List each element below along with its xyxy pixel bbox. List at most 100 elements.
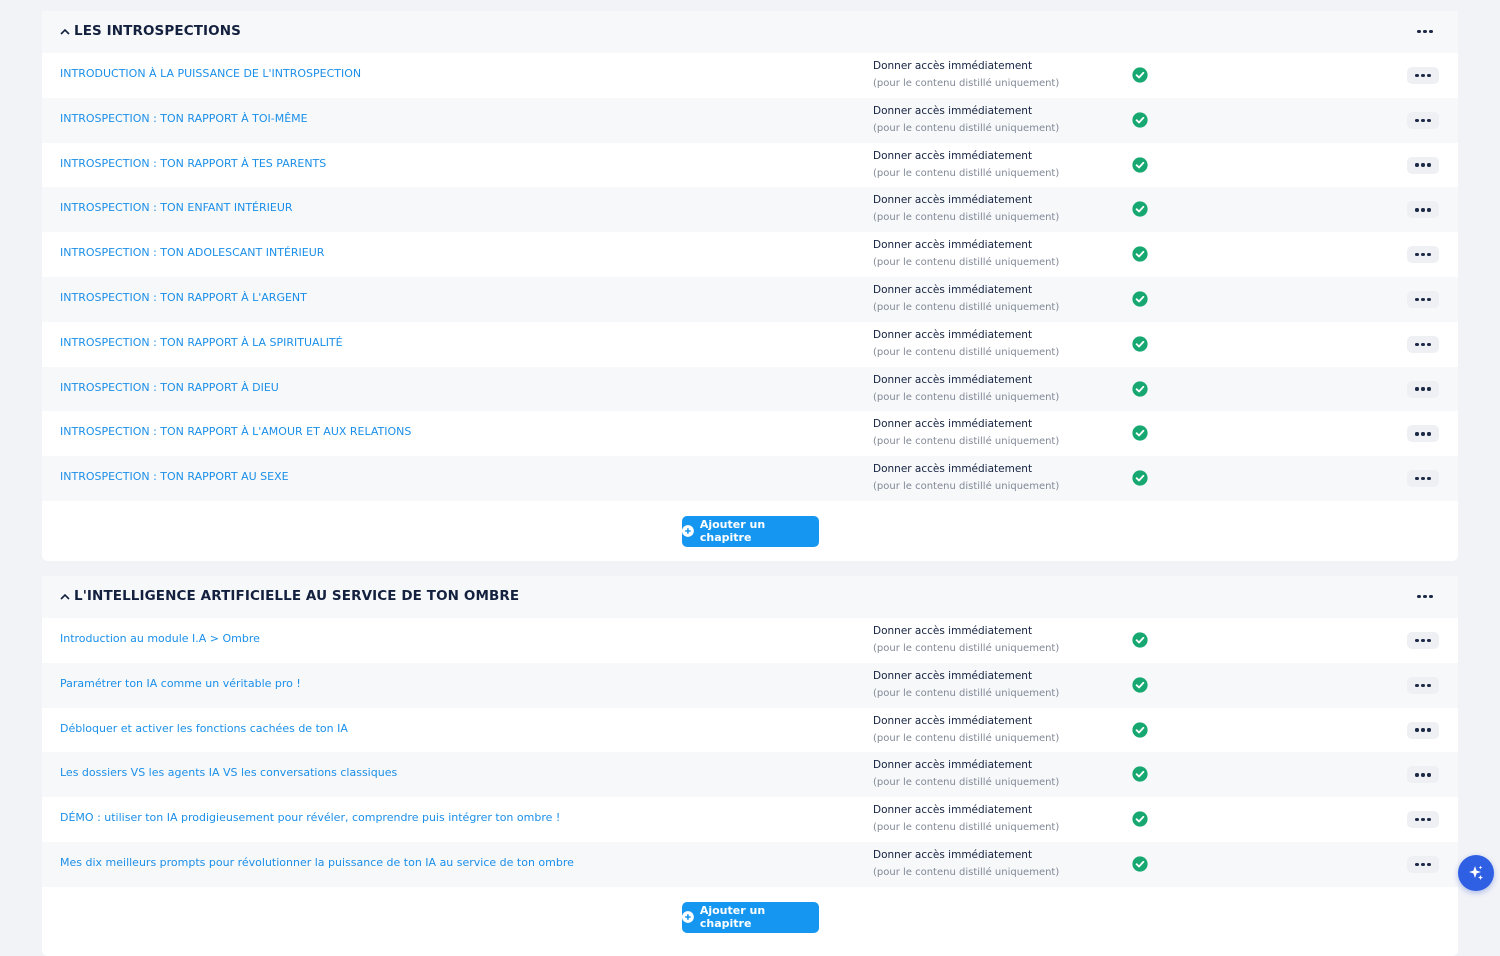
chapter-title-link[interactable]: INTROSPECTION : TON RAPPORT À DIEU — [60, 381, 279, 394]
access-note: (pour le contenu distillé uniquement) — [873, 687, 1060, 699]
access-note: (pour le contenu distillé uniquement) — [873, 78, 1060, 89]
chevron-up-icon[interactable] — [58, 24, 72, 38]
access-label: Donner accès immédiatement — [873, 60, 1033, 72]
access-setting: Donner accès immédiatement (pour le conte… — [873, 327, 1059, 361]
access-setting: Donner accès immédiatement (pour le conte… — [873, 461, 1059, 495]
chapter-more-button[interactable] — [1407, 290, 1439, 308]
chapter-more-button[interactable] — [1407, 156, 1439, 174]
chapter-list: INTRODUCTION À LA PUISSANCE DE L'INTROSP… — [42, 53, 1458, 501]
chapter-title-link[interactable]: INTROSPECTION : TON RAPPORT À TOI-MÊME — [60, 112, 308, 125]
chapter-title-link[interactable]: Paramétrer ton IA comme un véritable pro… — [60, 677, 301, 690]
add-chapter-area: Ajouter un chapitre — [42, 887, 1458, 949]
chapter-title-link[interactable]: INTROSPECTION : TON ENFANT INTÉRIEUR — [60, 201, 293, 214]
dot-icon — [1421, 252, 1425, 257]
chapter-row: DÉMO : utiliser ton IA prodigieusement p… — [42, 797, 1458, 842]
chapter-more-button[interactable] — [1407, 380, 1439, 398]
chapter-more-button[interactable] — [1407, 111, 1439, 129]
chapter-more-button[interactable] — [1407, 855, 1439, 873]
dot-icon — [1415, 476, 1419, 481]
chapter-title-link[interactable]: Introduction au module I.A > Ombre — [60, 632, 260, 645]
access-label: Donner accès immédiatement — [873, 625, 1033, 637]
chapter-more-button[interactable] — [1407, 470, 1439, 488]
add-chapter-area: Ajouter un chapitre — [42, 501, 1458, 563]
dot-icon — [1423, 29, 1427, 34]
chapter-title-link[interactable]: INTROSPECTION : TON RAPPORT À LA SPIRITU… — [60, 336, 343, 349]
dot-icon — [1415, 638, 1419, 643]
chapter-title-link[interactable]: INTROSPECTION : TON RAPPORT À TES PARENT… — [60, 157, 326, 170]
add-chapter-label: Ajouter un chapitre — [699, 904, 766, 931]
access-note: (pour le contenu distillé uniquement) — [873, 481, 1060, 493]
dot-icon — [1415, 387, 1419, 391]
chapter-more-button[interactable] — [1407, 67, 1439, 84]
dot-icon — [1415, 773, 1419, 777]
chapter-row: Les dossiers VS les agents IA VS les con… — [42, 752, 1458, 798]
section-les-introspections: LES INTROSPECTIONS INTRODUCTION À LA PUI… — [42, 11, 1458, 561]
access-setting: Donner accès immédiatement (pour le conte… — [873, 58, 1059, 92]
ai-assistant-button[interactable] — [1458, 855, 1494, 891]
access-note: (pour le contenu distillé uniquement) — [873, 866, 1060, 878]
chapter-title-link[interactable]: INTROSPECTION : TON ADOLESCANT INTÉRIEUR — [60, 246, 324, 259]
chapter-row: Introduction au module I.A > Ombre Donner… — [42, 618, 1458, 663]
plus-circle-icon — [682, 525, 694, 538]
access-note: (pour le contenu distillé uniquement) — [873, 777, 1060, 789]
access-label: Donner accès immédiatement — [873, 848, 1033, 861]
chapter-more-button[interactable] — [1407, 335, 1439, 353]
dot-icon — [1421, 387, 1425, 391]
chapter-more-button[interactable] — [1407, 201, 1439, 219]
section-more-button[interactable] — [1409, 23, 1441, 40]
chapter-more-button[interactable] — [1407, 811, 1439, 829]
chapter-more-button[interactable] — [1407, 766, 1439, 784]
access-label: Donner accès immédiatement — [873, 283, 1033, 296]
dot-icon — [1415, 208, 1419, 212]
check-circle-icon — [1132, 856, 1148, 872]
chevron-up-icon[interactable] — [58, 589, 72, 603]
access-note: (pour le contenu distillé uniquement) — [873, 732, 1060, 744]
chapter-title-link[interactable]: INTRODUCTION À LA PUISSANCE DE L'INTROSP… — [60, 67, 361, 80]
dot-icon — [1427, 817, 1431, 822]
access-label: Donner accès immédiatement — [873, 669, 1033, 682]
chapter-row: Débloquer et activer les fonctions caché… — [42, 707, 1458, 753]
dot-icon — [1427, 432, 1431, 436]
check-circle-icon — [1132, 721, 1148, 738]
add-chapter-button[interactable]: Ajouter un chapitre — [682, 515, 819, 547]
chapter-more-button[interactable] — [1407, 721, 1439, 739]
access-setting: Donner accès immédiatement (pour le conte… — [873, 372, 1059, 406]
chapter-title-link[interactable]: INTROSPECTION : TON RAPPORT AU SEXE — [60, 470, 289, 483]
access-label: Donner accès immédiatement — [873, 714, 1033, 727]
check-circle-icon — [1132, 246, 1148, 262]
chapter-more-button[interactable] — [1407, 676, 1439, 694]
access-label: Donner accès immédiatement — [873, 373, 1033, 386]
dot-icon — [1415, 73, 1419, 78]
chapter-row: Paramétrer ton IA comme un véritable pro… — [42, 662, 1458, 708]
chapter-row: INTRODUCTION À LA PUISSANCE DE L'INTROSP… — [42, 53, 1458, 98]
chapter-title-link[interactable]: Mes dix meilleurs prompts pour révolutio… — [60, 856, 574, 869]
dot-icon — [1415, 817, 1419, 822]
dot-icon — [1415, 297, 1419, 302]
dot-icon — [1415, 163, 1419, 167]
chapter-row: INTROSPECTION : TON RAPPORT À L'ARGENT Do… — [42, 276, 1458, 322]
section-more-button[interactable] — [1409, 588, 1441, 605]
add-chapter-button[interactable]: Ajouter un chapitre — [682, 901, 819, 933]
chapter-title-link[interactable]: Débloquer et activer les fonctions caché… — [60, 722, 348, 735]
chapter-row: INTROSPECTION : TON RAPPORT À TOI-MÊME Do… — [42, 97, 1458, 143]
chapter-more-button[interactable] — [1407, 632, 1439, 649]
chapter-more-button[interactable] — [1407, 425, 1439, 443]
chapter-title-link[interactable]: INTROSPECTION : TON RAPPORT À L'ARGENT — [60, 291, 307, 304]
chapter-row: INTROSPECTION : TON RAPPORT À LA SPIRITU… — [42, 321, 1458, 367]
chapter-row: INTROSPECTION : TON ADOLESCANT INTÉRIEUR… — [42, 232, 1458, 277]
access-setting: Donner accès immédiatement (pour le conte… — [873, 416, 1059, 450]
chapter-more-button[interactable] — [1407, 246, 1439, 264]
chapter-title-link[interactable]: DÉMO : utiliser ton IA prodigieusement p… — [60, 811, 560, 824]
dot-icon — [1427, 73, 1431, 78]
access-setting: Donner accès immédiatement (pour le conte… — [873, 103, 1059, 137]
access-setting: Donner accès immédiatement (pour le conte… — [873, 148, 1059, 182]
dot-icon — [1427, 163, 1431, 167]
chapter-title-link[interactable]: INTROSPECTION : TON RAPPORT À L'AMOUR ET… — [60, 425, 411, 438]
access-setting: Donner accès immédiatement (pour le conte… — [873, 668, 1059, 702]
add-chapter-label: Ajouter un chapitre — [699, 518, 766, 545]
access-setting: Donner accès immédiatement (pour le conte… — [873, 192, 1059, 226]
dot-icon — [1427, 342, 1431, 346]
chapter-title-link[interactable]: Les dossiers VS les agents IA VS les con… — [60, 766, 397, 779]
dot-icon — [1427, 862, 1431, 867]
chapter-row: INTROSPECTION : TON RAPPORT À L'AMOUR ET… — [42, 411, 1458, 457]
